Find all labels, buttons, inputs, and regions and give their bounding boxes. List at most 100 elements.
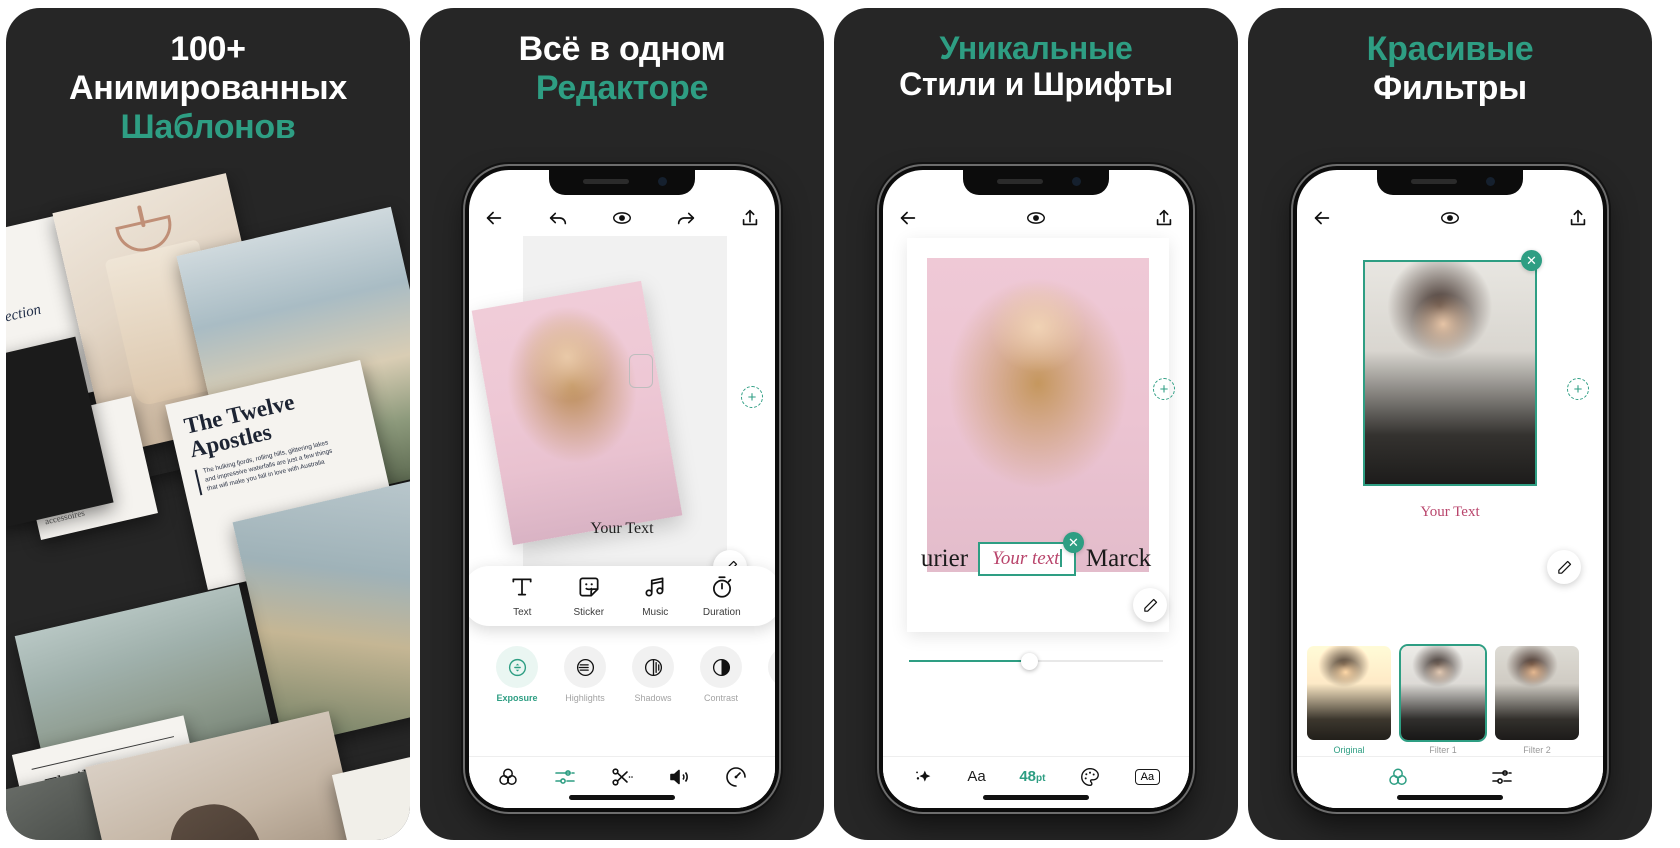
canvas-caption[interactable]: Your Text <box>469 520 775 538</box>
font-size-slider[interactable] <box>909 652 1163 670</box>
filter-thumb-1[interactable]: Filter 1 <box>1401 646 1485 755</box>
headline-line-1: 100+ <box>170 30 246 68</box>
shadows-icon <box>643 657 664 678</box>
stopwatch-icon <box>709 574 735 600</box>
headline-filters: Красивые Фильтры <box>1248 8 1652 108</box>
text-input-value[interactable]: Your text <box>992 548 1059 569</box>
undo-icon[interactable] <box>547 207 569 229</box>
share-icon[interactable] <box>739 207 761 229</box>
front-camera <box>1486 177 1495 186</box>
tool-duration[interactable]: Duration <box>689 574 756 618</box>
add-page-button[interactable]: + <box>741 386 763 408</box>
adjust-brightness-label: Br <box>755 693 775 703</box>
tool-music-label: Music <box>642 607 669 618</box>
text-case-button[interactable]: Aa <box>1134 768 1161 785</box>
filters-navbar <box>1297 756 1603 808</box>
canvas-photo[interactable] <box>1365 262 1535 484</box>
adjust-exposure-label: Exposure <box>496 693 538 703</box>
phone-notch <box>963 170 1109 195</box>
adjust-shadows[interactable]: Shadows <box>619 646 687 703</box>
preview-eye-icon[interactable] <box>1439 207 1461 229</box>
volume-icon[interactable] <box>667 765 691 789</box>
selected-photo-frame[interactable] <box>1363 260 1537 486</box>
speed-icon[interactable] <box>724 765 748 789</box>
font-family-button[interactable]: Aa <box>967 768 985 785</box>
phone-screen-editor: Your Text + Text Sticker Music Duration … <box>469 170 775 808</box>
earpiece-speaker <box>997 179 1043 184</box>
adjust-contrast-label: Contrast <box>703 693 738 703</box>
filter-label: Filter 2 <box>1523 745 1551 755</box>
canvas-caption[interactable]: Your Text <box>1297 504 1603 521</box>
adjust-highlights-label: Highlights <box>565 693 605 703</box>
filters-canvas[interactable]: ✕ Your Text + <box>1297 232 1603 632</box>
sticker-icon <box>576 574 602 600</box>
tool-sticker[interactable]: Sticker <box>556 574 623 618</box>
headline-line-2: Анимированных <box>68 68 348 107</box>
share-icon[interactable] <box>1567 207 1589 229</box>
collage-text-collection: collection <box>6 301 43 331</box>
headline-styles: Уникальные Стили и Шрифты <box>834 8 1238 103</box>
adjust-highlights[interactable]: Highlights <box>551 646 619 703</box>
styles-textbar: Aa 48pt Aa <box>883 756 1189 808</box>
filter-thumb-2[interactable]: Filter 2 <box>1495 646 1579 755</box>
earpiece-speaker <box>1411 179 1457 184</box>
adjust-sliders-icon[interactable] <box>553 765 577 789</box>
palette-icon[interactable] <box>1079 766 1101 788</box>
back-arrow-icon[interactable] <box>483 207 505 229</box>
adjustment-row: Exposure Highlights Shadows Contrast <box>469 646 775 703</box>
slider-fill <box>909 660 1031 662</box>
back-arrow-icon[interactable] <box>1311 207 1333 229</box>
font-option-right[interactable]: Marck <box>1086 545 1151 573</box>
filters-icon[interactable] <box>1386 765 1410 789</box>
filters-icon[interactable] <box>496 765 520 789</box>
phone-mockup-editor: Your Text + Text Sticker Music Duration … <box>465 166 779 812</box>
edit-pencil-button[interactable] <box>1133 588 1167 622</box>
redo-icon[interactable] <box>675 207 697 229</box>
text-input-box[interactable]: Your text ✕ <box>978 532 1084 576</box>
add-page-button[interactable]: + <box>1567 378 1589 400</box>
font-carousel[interactable]: urier Your text ✕ Marck <box>883 532 1189 576</box>
close-icon[interactable]: ✕ <box>1062 532 1084 553</box>
tool-music[interactable]: Music <box>622 574 689 618</box>
sparkle-icon[interactable] <box>912 766 934 788</box>
tool-text[interactable]: Text <box>489 574 556 618</box>
adjust-contrast[interactable]: Contrast <box>687 646 755 703</box>
home-indicator <box>983 795 1089 800</box>
filter-thumb-original[interactable]: Original <box>1307 646 1391 755</box>
panel-styles: Уникальные Стили и Шрифты + urier Your t… <box>834 8 1238 840</box>
exposure-icon <box>507 657 528 678</box>
headline-templates: 100+ Анимированных Шаблонов <box>6 8 410 146</box>
filter-label: Original <box>1333 745 1365 755</box>
adjust-sliders-icon[interactable] <box>1490 765 1514 789</box>
canvas-resize-handle[interactable] <box>629 354 653 388</box>
editor-tool-pill: Text Sticker Music Duration <box>469 566 775 626</box>
filter-thumb-image <box>1401 646 1485 740</box>
add-page-button[interactable]: + <box>1153 378 1175 400</box>
home-indicator <box>1397 795 1503 800</box>
close-icon[interactable]: ✕ <box>1521 250 1542 271</box>
phone-mockup-filters: ✕ Your Text + Original Filter 1 Filter 2 <box>1293 166 1607 812</box>
text-icon <box>509 574 535 600</box>
cut-scissors-icon[interactable] <box>610 765 634 789</box>
back-arrow-icon[interactable] <box>897 207 919 229</box>
adjust-exposure[interactable]: Exposure <box>483 646 551 703</box>
text-caret <box>1060 549 1062 567</box>
home-indicator <box>569 795 675 800</box>
edit-pencil-button[interactable] <box>1547 550 1581 584</box>
canvas-photo[interactable] <box>927 258 1149 572</box>
slider-thumb[interactable] <box>1020 652 1038 670</box>
font-size-button[interactable]: 48pt <box>1019 768 1045 785</box>
phone-notch <box>549 170 695 195</box>
adjust-brightness[interactable]: Br <box>755 646 775 703</box>
collage-card-arrow <box>331 757 410 840</box>
phone-screen-filters: ✕ Your Text + Original Filter 1 Filter 2 <box>1297 170 1603 808</box>
preview-eye-icon[interactable] <box>1025 207 1047 229</box>
font-option-left[interactable]: urier <box>921 545 968 573</box>
preview-eye-icon[interactable] <box>611 207 633 229</box>
tool-text-label: Text <box>513 607 532 618</box>
headline-line-2: Редакторе <box>535 68 709 107</box>
filters-strip[interactable]: Original Filter 1 Filter 2 <box>1297 646 1603 755</box>
template-collage: collection accessoires The Twelve Apostl… <box>6 168 410 840</box>
panel-filters: Красивые Фильтры ✕ Your Text + Original … <box>1248 8 1652 840</box>
share-icon[interactable] <box>1153 207 1175 229</box>
